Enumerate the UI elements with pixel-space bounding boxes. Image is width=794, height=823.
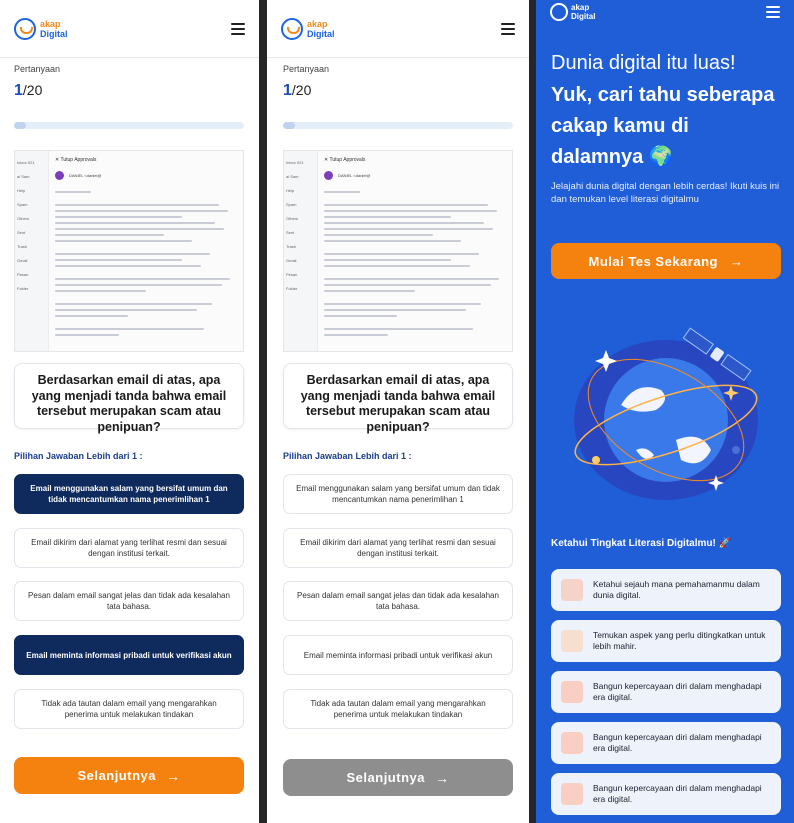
arrow-right-icon: → <box>729 253 744 269</box>
answer-option-3[interactable]: Pesan dalam email sangat jelas dan tidak… <box>283 581 513 621</box>
hero-title-line1: Dunia digital itu luas! <box>551 52 736 74</box>
hamburger-menu-icon[interactable] <box>766 6 780 18</box>
certificate-icon <box>561 681 583 703</box>
hero-subtitle: Jelajahi dunia digital dengan lebih cerd… <box>551 181 780 205</box>
start-test-button[interactable]: Mulai Tes Sekarang → <box>551 243 781 279</box>
feature-card: Bangun kepercayaan diri dalam menghadapi… <box>551 773 781 815</box>
email-sidebar: Inbox 921 al Sam Help Spam Others Sent Trash Gm… <box>284 151 318 351</box>
certificate-icon <box>561 783 583 805</box>
landing-screen: akap Digital Dunia digital itu luas! Yuk,… <box>536 0 794 823</box>
answer-option-2[interactable]: Email dikirim dari alamat yang terlihat … <box>283 528 513 568</box>
email-tab: ✕ Tutup Approvals <box>55 157 97 163</box>
next-button-disabled[interactable]: Selanjutnya → <box>283 759 513 796</box>
answer-option-4[interactable]: Email meminta informasi pribadi untuk ve… <box>283 635 513 675</box>
quiz-screen-empty: akap Digital Pertanyaan 1/20 Inbox 921 al… <box>267 0 529 823</box>
feature-card: Temukan aspek yang perlu ditingkatkan un… <box>551 620 781 662</box>
answer-option-3[interactable]: Pesan dalam email sangat jelas dan tidak… <box>14 581 244 621</box>
answers-label: Pilihan Jawaban Lebih dari 1 : <box>14 451 143 461</box>
map-icon <box>561 579 583 601</box>
header: akap Digital <box>0 0 259 58</box>
logo-mark-icon <box>550 3 568 21</box>
answer-option-4[interactable]: Email meminta informasi pribadi untuk ve… <box>14 635 244 675</box>
arrow-right-icon: → <box>165 767 181 784</box>
question-card: Berdasarkan email di atas, apa yang menj… <box>14 363 244 434</box>
logo[interactable]: akap Digital <box>550 3 595 21</box>
answer-option-5[interactable]: Tidak ada tautan dalam email yang mengar… <box>14 689 244 729</box>
feature-card: Ketahui sejauh mana pemahamanmu dalam du… <box>551 569 781 611</box>
feature-card: Bangun kepercayaan diri dalam menghadapi… <box>551 722 781 764</box>
question-card: Berdasarkan email di atas, apa yang menj… <box>283 363 513 434</box>
progress-bar <box>14 122 244 129</box>
logo-text-top: akap <box>40 18 61 29</box>
email-sidebar: Inbox 921 al Sam Help Spam Others Sent Trash Gm… <box>15 151 49 351</box>
answer-option-2[interactable]: Email dikirim dari alamat yang terlihat … <box>14 528 244 568</box>
email-screenshot: Inbox 921 al Sam Help Spam Others Sent Trash Gm… <box>14 150 244 352</box>
logo[interactable]: akap Digital <box>14 17 68 40</box>
answer-option-1[interactable]: Email menggunakan salam yang bersifat um… <box>14 474 244 514</box>
next-button[interactable]: Selanjutnya → <box>14 757 244 794</box>
progress-bar <box>283 122 513 129</box>
email-body-lines <box>55 191 237 340</box>
answer-option-5[interactable]: Tidak ada tautan dalam email yang mengar… <box>283 689 513 729</box>
header: akap Digital <box>536 0 794 24</box>
email-body-lines <box>324 191 506 340</box>
logo-text-bottom: Digital <box>40 28 68 39</box>
sender-avatar <box>55 171 64 180</box>
answer-option-1[interactable]: Email menggunakan salam yang bersifat um… <box>283 474 513 514</box>
feature-card: Bangun kepercayaan diri dalam menghadapi… <box>551 671 781 713</box>
email-screenshot: Inbox 921 al Sam Help Spam Others Sent Trash Gm… <box>283 150 513 352</box>
answers-label: Pilihan Jawaban Lebih dari 1 : <box>283 451 412 461</box>
section-title: Ketahui Tingkat Literasi Digitalmu! 🚀 <box>551 538 732 549</box>
question-counter: 1/20 <box>14 82 43 99</box>
header: akap Digital <box>267 0 529 58</box>
certificate-icon <box>561 732 583 754</box>
hero-title-line2: Yuk, cari tahu seberapa cakap kamu di da… <box>551 84 775 168</box>
globe-satellite-illustration <box>574 327 758 500</box>
email-sender: DANIEL <daniel@ <box>69 173 102 178</box>
logo-mark-icon <box>281 17 303 40</box>
sender-avatar <box>324 171 333 180</box>
hamburger-menu-icon[interactable] <box>231 22 245 35</box>
quiz-screen-selected: akap Digital Pertanyaan 1/20 Inbox 921 al… <box>0 0 259 823</box>
question-label: Pertanyaan <box>14 64 61 74</box>
logo-text-bottom: Digital <box>307 28 335 39</box>
search-doc-icon <box>561 630 583 652</box>
email-sender: DANIEL <daniel@ <box>338 173 371 178</box>
logo[interactable]: akap Digital <box>281 17 335 40</box>
arrow-right-icon: → <box>434 769 450 786</box>
logo-text-top: akap <box>571 3 590 12</box>
question-label: Pertanyaan <box>283 64 330 74</box>
question-counter: 1/20 <box>283 82 312 99</box>
logo-mark-icon <box>14 17 36 40</box>
logo-text-bottom: Digital <box>571 12 596 21</box>
logo-text-top: akap <box>307 18 328 29</box>
hamburger-menu-icon[interactable] <box>501 22 515 35</box>
email-tab: ✕ Tutup Approvals <box>324 157 366 163</box>
